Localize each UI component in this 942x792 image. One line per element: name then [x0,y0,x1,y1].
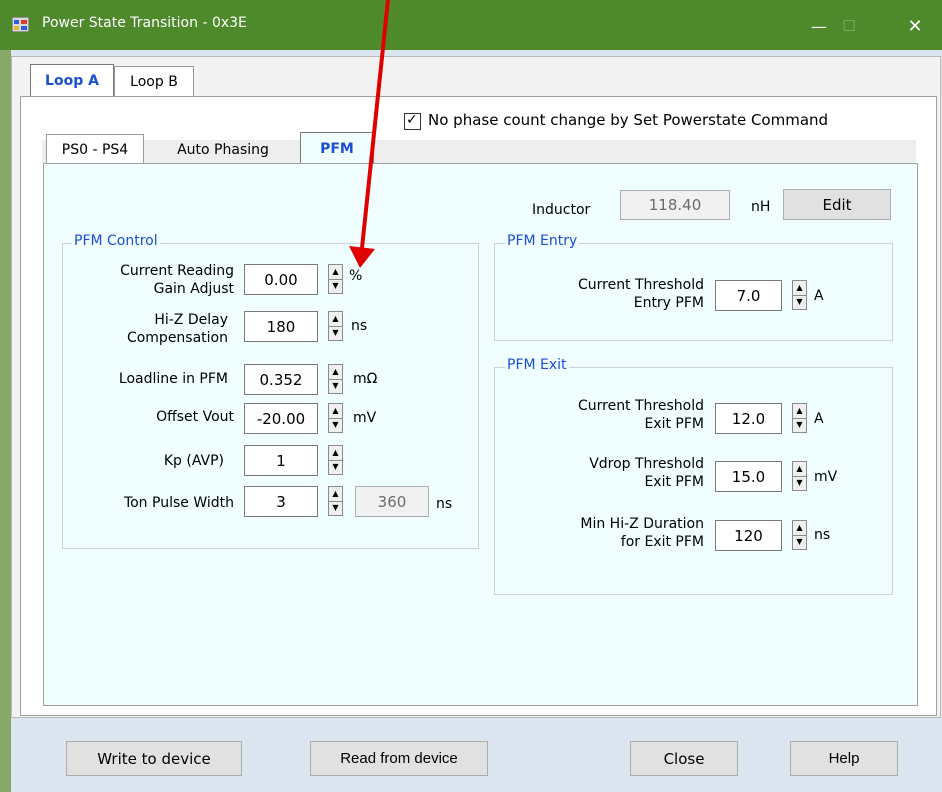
exit-current-threshold-unit: A [814,411,824,427]
current-gain-spinner[interactable]: ▲ ▼ [328,264,343,294]
checkmark-icon: ✓ [406,112,418,128]
spin-down-icon[interactable]: ▼ [331,380,340,392]
kp-label: Kp (AVP) [163,453,224,469]
tab-auto-phasing[interactable]: Auto Phasing [150,134,296,165]
tab-loop-b[interactable]: Loop B [114,66,194,97]
ton-pulse-spinner[interactable]: ▲ ▼ [328,486,343,516]
entry-current-threshold-spinner[interactable]: ▲ ▼ [792,280,807,310]
kp-input[interactable]: 1 [244,445,318,476]
spin-down-icon[interactable]: ▼ [331,327,340,339]
exit-current-threshold-input[interactable]: 12.0 [715,403,782,434]
edit-inductor-button[interactable]: Edit [783,189,891,220]
spin-down-icon[interactable]: ▼ [795,477,804,489]
tab-pfm[interactable]: PFM [300,132,374,165]
spin-down-icon[interactable]: ▼ [795,536,804,548]
spin-down-icon[interactable]: ▼ [331,502,340,514]
loadline-spinner[interactable]: ▲ ▼ [328,364,343,394]
maximize-button[interactable]: ☐ [826,10,872,42]
spin-down-icon[interactable]: ▼ [795,419,804,431]
current-gain-label: Current Reading Gain Adjust [120,263,234,297]
entry-current-threshold-input[interactable]: 7.0 [715,280,782,311]
current-gain-unit: % [349,268,363,284]
spin-up-icon[interactable]: ▲ [795,282,804,294]
exit-current-threshold-label: Current Threshold Exit PFM [577,398,704,432]
vdrop-threshold-label: Vdrop Threshold Exit PFM [589,456,704,490]
spin-up-icon[interactable]: ▲ [331,405,340,417]
inductor-field: 118.40 [620,190,730,220]
entry-current-threshold-unit: A [814,288,824,304]
min-hiz-label: Min Hi-Z Duration for Exit PFM [580,516,704,550]
offset-vout-unit: mV [353,410,377,426]
ton-pulse-input[interactable]: 3 [244,486,318,517]
ton-pulse-label: Ton Pulse Width [123,495,234,511]
loadline-unit: mΩ [353,371,378,387]
tab-loop-a[interactable]: Loop A [30,64,114,97]
spin-up-icon[interactable]: ▲ [795,463,804,475]
app-icon [11,16,30,33]
window-title: Power State Transition - 0x3E [42,15,247,31]
hiz-delay-unit: ns [351,318,368,334]
vdrop-threshold-input[interactable]: 15.0 [715,461,782,492]
offset-vout-input[interactable]: -20.00 [244,403,318,434]
write-to-device-button[interactable]: Write to device [66,741,242,776]
offset-vout-spinner[interactable]: ▲ ▼ [328,403,343,433]
pfm-control-title: PFM Control [72,233,160,249]
inductor-unit: nH [751,199,771,215]
close-window-button[interactable]: ✕ [892,10,938,42]
tab-ps0-ps4[interactable]: PS0 - PS4 [46,134,144,165]
spin-up-icon[interactable]: ▲ [331,313,340,325]
help-button[interactable]: Help [790,741,898,776]
spin-down-icon[interactable]: ▼ [331,280,340,292]
vdrop-threshold-unit: mV [814,469,838,485]
min-hiz-spinner[interactable]: ▲ ▼ [792,520,807,550]
inductor-label: Inductor [532,202,591,218]
min-hiz-unit: ns [814,527,831,543]
no-phase-change-label[interactable]: No phase count change by Set Powerstate … [428,111,828,129]
window-border [0,50,11,792]
hiz-delay-input[interactable]: 180 [244,311,318,342]
offset-vout-label: Offset Vout [156,409,234,425]
spin-up-icon[interactable]: ▲ [331,447,340,459]
exit-current-threshold-spinner[interactable]: ▲ ▼ [792,403,807,433]
loadline-label: Loadline in PFM [118,371,228,387]
close-button[interactable]: Close [630,741,738,776]
pfm-entry-title: PFM Entry [505,233,580,249]
hiz-delay-label: Hi-Z Delay Compensation [126,312,228,346]
current-gain-input[interactable]: 0.00 [244,264,318,295]
spin-up-icon[interactable]: ▲ [331,366,340,378]
pfm-exit-title: PFM Exit [505,357,569,373]
kp-spinner[interactable]: ▲ ▼ [328,445,343,475]
spin-up-icon[interactable]: ▲ [795,405,804,417]
spin-down-icon[interactable]: ▼ [795,296,804,308]
min-hiz-input[interactable]: 120 [715,520,782,551]
vdrop-threshold-spinner[interactable]: ▲ ▼ [792,461,807,491]
spin-down-icon[interactable]: ▼ [331,419,340,431]
spin-up-icon[interactable]: ▲ [795,522,804,534]
spin-up-icon[interactable]: ▲ [331,266,340,278]
loadline-input[interactable]: 0.352 [244,364,318,395]
no-phase-change-checkbox[interactable]: ✓ [404,112,421,130]
entry-current-threshold-label: Current Threshold Entry PFM [577,277,704,311]
ton-pulse-unit: ns [436,496,453,512]
spin-down-icon[interactable]: ▼ [331,461,340,473]
ton-pulse-readonly: 360 [355,486,429,517]
read-from-device-button[interactable]: Read from device [310,741,488,776]
hiz-delay-spinner[interactable]: ▲ ▼ [328,311,343,341]
spin-up-icon[interactable]: ▲ [331,488,340,500]
